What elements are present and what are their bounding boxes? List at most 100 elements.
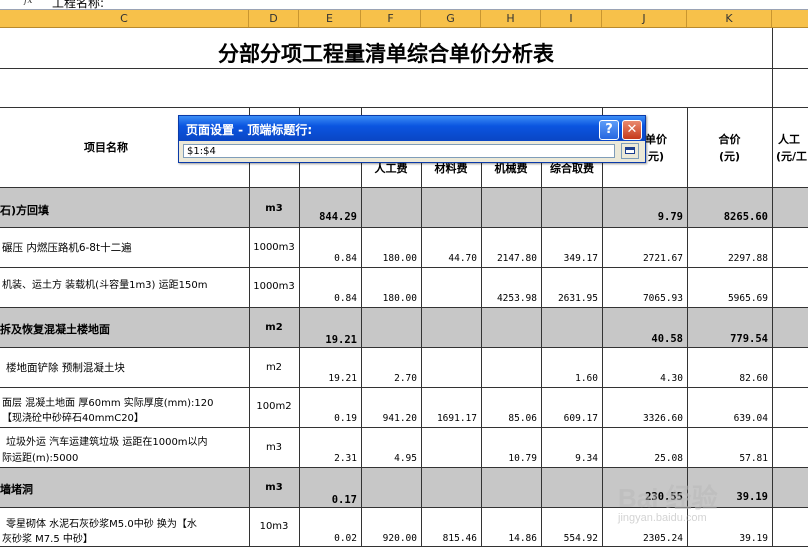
row-overhead[interactable]: 554.92 (541, 533, 598, 544)
row-overhead[interactable]: 2631.95 (541, 293, 598, 304)
row-price[interactable]: 4.30 (602, 373, 683, 384)
row-machine[interactable]: 85.06 (481, 413, 537, 424)
row-name[interactable]: 垃圾外运 汽车运建筑垃圾 运距在1000m以内 (6, 433, 208, 448)
row-unit[interactable]: 1000m3 (249, 242, 299, 253)
row-name[interactable]: 面层 混凝土地面 厚60mm 实际厚度(mm):120 (2, 394, 213, 409)
row-machine[interactable]: 4253.98 (481, 293, 537, 304)
row-total[interactable]: 57.81 (687, 453, 768, 464)
expand-dialog-button[interactable] (621, 143, 639, 159)
column-header-k[interactable]: K (687, 10, 772, 27)
row-unit[interactable]: m3 (249, 203, 299, 214)
fx-icon[interactable]: fx (24, 0, 32, 6)
column-header-bar: C D E F G H I J K (0, 10, 808, 28)
row-name[interactable]: 墙堵洞 (0, 481, 33, 497)
row-total[interactable]: 2297.88 (687, 253, 768, 264)
help-button[interactable]: ? (599, 120, 619, 140)
row-name-line2[interactable]: 际运距(m):5000 (2, 449, 78, 464)
row-qty[interactable]: 0.84 (299, 293, 357, 304)
row-unit[interactable]: m3 (249, 482, 299, 493)
row-machine[interactable]: 14.86 (481, 533, 537, 544)
row-name[interactable]: 机装、运土方 装载机(斗容量1m3) 运距150m (2, 276, 207, 291)
row-qty[interactable]: 0.17 (299, 494, 357, 506)
header-total[interactable]: 合价 (687, 131, 772, 147)
row-qty[interactable]: 19.21 (299, 373, 357, 384)
row-name[interactable]: 石)方回填 (0, 202, 49, 218)
row-unit[interactable]: m2 (249, 362, 299, 373)
row-unit[interactable]: m3 (249, 442, 299, 453)
grid-line (772, 28, 773, 547)
row-price[interactable]: 7065.93 (602, 293, 683, 304)
row-price[interactable]: 25.08 (602, 453, 683, 464)
row-price[interactable]: 9.79 (602, 211, 683, 223)
row-name-line2[interactable]: 灰砂浆 M7.5 中砂】 (2, 530, 93, 545)
watermark-logo: Bai 经验 (618, 483, 718, 513)
grid-line (541, 140, 542, 547)
header-unit-price-unit[interactable]: 元) (648, 148, 664, 164)
row-labor[interactable]: 941.20 (361, 413, 417, 424)
header-unit-price[interactable]: 单价 (645, 131, 667, 147)
title-rows-range-input[interactable]: $1:$4 (183, 144, 615, 158)
row-qty[interactable]: 0.02 (299, 533, 357, 544)
row-qty[interactable]: 0.19 (299, 413, 357, 424)
row-qty[interactable]: 0.84 (299, 253, 357, 264)
row-material[interactable]: 1691.17 (421, 413, 477, 424)
grid-line (299, 107, 300, 547)
column-header-j[interactable]: J (602, 10, 687, 27)
column-header-i[interactable]: I (541, 10, 602, 27)
sheet-title[interactable]: 分部分项工程量清单综合单价分析表 (0, 38, 772, 68)
column-header-c[interactable]: C (0, 10, 249, 27)
formula-bar[interactable]: fx 工程名称: (0, 0, 808, 10)
row-overhead[interactable]: 9.34 (541, 453, 598, 464)
row-name[interactable]: 拆及恢复混凝土楼地面 (0, 321, 110, 337)
row-unit[interactable]: m2 (249, 322, 299, 333)
header-labor-partial-unit[interactable]: (元/工 (776, 148, 807, 164)
row-price[interactable]: 3326.60 (602, 413, 683, 424)
header-labor-partial[interactable]: 人工 (778, 131, 800, 147)
column-header-f[interactable]: F (361, 10, 421, 27)
column-header-g[interactable]: G (421, 10, 481, 27)
close-button[interactable]: ✕ (622, 120, 642, 140)
row-qty[interactable]: 844.29 (299, 211, 357, 223)
worksheet-grid[interactable]: 分部分项工程量清单综合单价分析表 项目名称 人工费 材料费 机械费 综合取费 单… (0, 28, 808, 547)
column-header-e[interactable]: E (299, 10, 361, 27)
row-labor[interactable]: 180.00 (361, 253, 417, 264)
page-setup-title-rows-dialog[interactable]: 页面设置 - 顶端标题行: ? ✕ $1:$4 (178, 115, 646, 163)
row-name-line2[interactable]: 【现浇砼中砂碎石40mmC20】 (2, 409, 144, 424)
header-item-name[interactable]: 项目名称 (84, 139, 128, 155)
row-unit[interactable]: 100m2 (249, 401, 299, 412)
row-labor[interactable]: 4.95 (361, 453, 417, 464)
row-total[interactable]: 639.04 (687, 413, 768, 424)
row-price[interactable]: 2305.24 (602, 533, 683, 544)
column-header-d[interactable]: D (249, 10, 299, 27)
row-total[interactable]: 8265.60 (687, 211, 768, 223)
grid-line (421, 140, 422, 547)
row-qty[interactable]: 19.21 (299, 334, 357, 346)
row-name[interactable]: 楼地面铲除 预制混凝土块 (6, 360, 125, 375)
row-price[interactable]: 40.58 (602, 333, 683, 345)
row-material[interactable]: 815.46 (421, 533, 477, 544)
row-price[interactable]: 2721.67 (602, 253, 683, 264)
row-unit[interactable]: 1000m3 (249, 281, 299, 292)
row-overhead[interactable]: 349.17 (541, 253, 598, 264)
column-header-h[interactable]: H (481, 10, 541, 27)
row-labor[interactable]: 180.00 (361, 293, 417, 304)
row-total[interactable]: 5965.69 (687, 293, 768, 304)
row-machine[interactable]: 2147.80 (481, 253, 537, 264)
row-labor[interactable]: 2.70 (361, 373, 417, 384)
dialog-title-bar[interactable]: 页面设置 - 顶端标题行: ? ✕ (179, 116, 645, 141)
row-qty[interactable]: 2.31 (299, 453, 357, 464)
row-total[interactable]: 39.19 (687, 533, 768, 544)
row-material[interactable]: 44.70 (421, 253, 477, 264)
formula-bar-text[interactable]: 工程名称: (52, 0, 104, 9)
row-labor[interactable]: 920.00 (361, 533, 417, 544)
row-name[interactable]: 零星砌体 水泥石灰砂浆M5.0中砂 换为【水 (6, 515, 197, 530)
row-total[interactable]: 82.60 (687, 373, 768, 384)
row-overhead[interactable]: 609.17 (541, 413, 598, 424)
row-total[interactable]: 779.54 (687, 333, 768, 345)
column-header-l[interactable] (772, 10, 808, 27)
row-name[interactable]: 碾压 内燃压路机6-8t十二遍 (2, 240, 132, 255)
row-unit[interactable]: 10m3 (249, 521, 299, 532)
header-total-unit[interactable]: (元) (687, 148, 772, 164)
row-overhead[interactable]: 1.60 (541, 373, 598, 384)
row-machine[interactable]: 10.79 (481, 453, 537, 464)
